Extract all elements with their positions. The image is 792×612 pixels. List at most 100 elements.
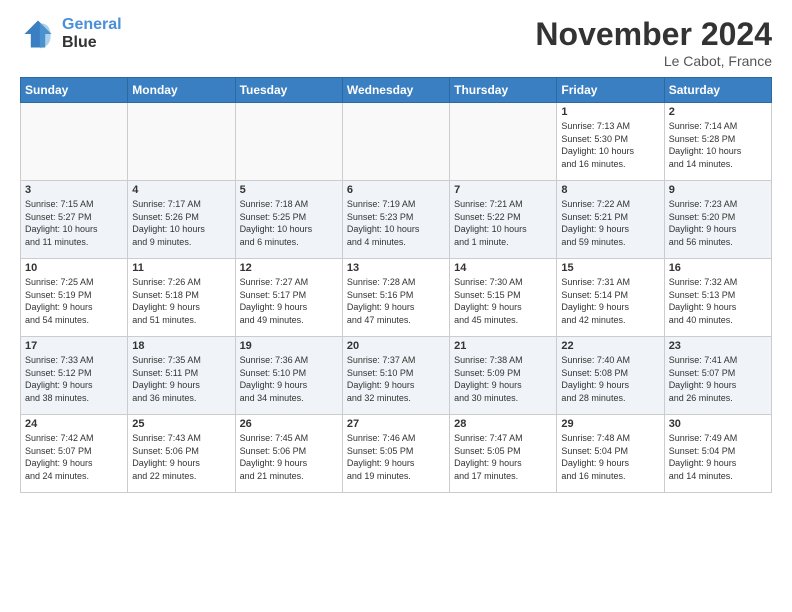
day-info: Sunrise: 7:25 AMSunset: 5:19 PMDaylight:… <box>25 276 123 326</box>
title-block: November 2024 Le Cabot, France <box>535 16 772 69</box>
day-number: 16 <box>669 262 767 274</box>
day-number: 3 <box>25 184 123 196</box>
calendar-week-row: 3 Sunrise: 7:15 AMSunset: 5:27 PMDaylight… <box>21 181 772 259</box>
calendar-table: SundayMondayTuesdayWednesdayThursdayFrid… <box>20 77 772 493</box>
calendar-cell: 16Sunrise: 7:32 AMSunset: 5:13 PMDayligh… <box>664 259 771 337</box>
calendar-cell: 11 Sunrise: 7:26 AMSunset: 5:18 PMDayligh… <box>128 259 235 337</box>
calendar-cell: 27Sunrise: 7:46 AMSunset: 5:05 PMDayligh… <box>342 415 449 493</box>
calendar-cell <box>21 103 128 181</box>
day-number: 20 <box>347 340 445 352</box>
calendar-cell: 17Sunrise: 7:33 AMSunset: 5:12 PMDayligh… <box>21 337 128 415</box>
header: General Blue November 2024 Le Cabot, Fra… <box>20 16 772 69</box>
day-number: 25 <box>132 418 230 430</box>
day-info: Sunrise: 7:26 AMSunset: 5:18 PMDaylight:… <box>132 276 230 326</box>
day-number: 14 <box>454 262 552 274</box>
day-info: Sunrise: 7:15 AMSunset: 5:27 PMDaylight:… <box>25 198 123 248</box>
calendar-cell: 7 Sunrise: 7:21 AMSunset: 5:22 PMDaylight… <box>450 181 557 259</box>
day-number: 11 <box>132 262 230 274</box>
day-number: 19 <box>240 340 338 352</box>
calendar-cell <box>128 103 235 181</box>
calendar-cell: 8 Sunrise: 7:22 AMSunset: 5:21 PMDaylight… <box>557 181 664 259</box>
day-number: 29 <box>561 418 659 430</box>
calendar-cell: 5 Sunrise: 7:18 AMSunset: 5:25 PMDaylight… <box>235 181 342 259</box>
day-number: 21 <box>454 340 552 352</box>
day-info: Sunrise: 7:21 AMSunset: 5:22 PMDaylight:… <box>454 198 552 248</box>
weekday-header-row: SundayMondayTuesdayWednesdayThursdayFrid… <box>21 78 772 103</box>
calendar-week-row: 24 Sunrise: 7:42 AMSunset: 5:07 PMDayligh… <box>21 415 772 493</box>
logo-text: General Blue <box>62 16 122 51</box>
day-number: 28 <box>454 418 552 430</box>
day-info: Sunrise: 7:40 AMSunset: 5:08 PMDaylight:… <box>561 354 659 404</box>
day-info: Sunrise: 7:33 AMSunset: 5:12 PMDaylight:… <box>25 354 123 404</box>
calendar-week-row: 1Sunrise: 7:13 AMSunset: 5:30 PMDaylight… <box>21 103 772 181</box>
day-number: 9 <box>669 184 767 196</box>
calendar-cell: 21 Sunrise: 7:38 AMSunset: 5:09 PMDayligh… <box>450 337 557 415</box>
day-info: Sunrise: 7:37 AMSunset: 5:10 PMDaylight:… <box>347 354 445 404</box>
day-number: 15 <box>561 262 659 274</box>
calendar-cell: 19 Sunrise: 7:36 AMSunset: 5:10 PMDayligh… <box>235 337 342 415</box>
calendar-cell <box>235 103 342 181</box>
logo: General Blue <box>20 16 122 52</box>
day-info: Sunrise: 7:41 AMSunset: 5:07 PMDaylight:… <box>669 354 767 404</box>
calendar-cell: 3 Sunrise: 7:15 AMSunset: 5:27 PMDaylight… <box>21 181 128 259</box>
day-number: 4 <box>132 184 230 196</box>
calendar-cell: 9 Sunrise: 7:23 AMSunset: 5:20 PMDaylight… <box>664 181 771 259</box>
day-number: 7 <box>454 184 552 196</box>
day-number: 8 <box>561 184 659 196</box>
day-number: 1 <box>561 106 659 118</box>
day-info: Sunrise: 7:27 AMSunset: 5:17 PMDaylight:… <box>240 276 338 326</box>
day-info: Sunrise: 7:22 AMSunset: 5:21 PMDaylight:… <box>561 198 659 248</box>
calendar-cell: 18 Sunrise: 7:35 AMSunset: 5:11 PMDayligh… <box>128 337 235 415</box>
month-title: November 2024 <box>535 16 772 53</box>
day-number: 12 <box>240 262 338 274</box>
calendar-cell: 4 Sunrise: 7:17 AMSunset: 5:26 PMDaylight… <box>128 181 235 259</box>
calendar-cell <box>450 103 557 181</box>
calendar-cell: 26 Sunrise: 7:45 AMSunset: 5:06 PMDayligh… <box>235 415 342 493</box>
day-number: 2 <box>669 106 767 118</box>
weekday-header-sunday: Sunday <box>21 78 128 103</box>
calendar-cell: 15Sunrise: 7:31 AMSunset: 5:14 PMDayligh… <box>557 259 664 337</box>
calendar-cell: 23 Sunrise: 7:41 AMSunset: 5:07 PMDayligh… <box>664 337 771 415</box>
calendar-cell: 13 Sunrise: 7:28 AMSunset: 5:16 PMDayligh… <box>342 259 449 337</box>
day-number: 13 <box>347 262 445 274</box>
day-info: Sunrise: 7:49 AMSunset: 5:04 PMDaylight:… <box>669 432 767 482</box>
day-info: Sunrise: 7:17 AMSunset: 5:26 PMDaylight:… <box>132 198 230 248</box>
calendar-cell: 1Sunrise: 7:13 AMSunset: 5:30 PMDaylight… <box>557 103 664 181</box>
day-number: 26 <box>240 418 338 430</box>
calendar-cell: 30Sunrise: 7:49 AMSunset: 5:04 PMDayligh… <box>664 415 771 493</box>
day-number: 23 <box>669 340 767 352</box>
day-info: Sunrise: 7:35 AMSunset: 5:11 PMDaylight:… <box>132 354 230 404</box>
day-number: 22 <box>561 340 659 352</box>
calendar-cell: 20 Sunrise: 7:37 AMSunset: 5:10 PMDayligh… <box>342 337 449 415</box>
calendar-week-row: 10 Sunrise: 7:25 AMSunset: 5:19 PMDayligh… <box>21 259 772 337</box>
calendar-cell: 12 Sunrise: 7:27 AMSunset: 5:17 PMDayligh… <box>235 259 342 337</box>
calendar-cell: 14Sunrise: 7:30 AMSunset: 5:15 PMDayligh… <box>450 259 557 337</box>
calendar-cell: 22 Sunrise: 7:40 AMSunset: 5:08 PMDayligh… <box>557 337 664 415</box>
day-number: 5 <box>240 184 338 196</box>
weekday-header-tuesday: Tuesday <box>235 78 342 103</box>
day-number: 18 <box>132 340 230 352</box>
day-info: Sunrise: 7:28 AMSunset: 5:16 PMDaylight:… <box>347 276 445 326</box>
calendar-cell <box>342 103 449 181</box>
calendar-cell: 6Sunrise: 7:19 AMSunset: 5:23 PMDaylight… <box>342 181 449 259</box>
main-container: General Blue November 2024 Le Cabot, Fra… <box>0 0 792 503</box>
day-info: Sunrise: 7:19 AMSunset: 5:23 PMDaylight:… <box>347 198 445 248</box>
day-info: Sunrise: 7:42 AMSunset: 5:07 PMDaylight:… <box>25 432 123 482</box>
calendar-cell: 28 Sunrise: 7:47 AMSunset: 5:05 PMDayligh… <box>450 415 557 493</box>
day-number: 24 <box>25 418 123 430</box>
calendar-cell: 2 Sunrise: 7:14 AMSunset: 5:28 PMDaylight… <box>664 103 771 181</box>
weekday-header-friday: Friday <box>557 78 664 103</box>
day-info: Sunrise: 7:43 AMSunset: 5:06 PMDaylight:… <box>132 432 230 482</box>
day-info: Sunrise: 7:14 AMSunset: 5:28 PMDaylight:… <box>669 120 767 170</box>
day-info: Sunrise: 7:36 AMSunset: 5:10 PMDaylight:… <box>240 354 338 404</box>
day-info: Sunrise: 7:18 AMSunset: 5:25 PMDaylight:… <box>240 198 338 248</box>
calendar-cell: 25 Sunrise: 7:43 AMSunset: 5:06 PMDayligh… <box>128 415 235 493</box>
weekday-header-wednesday: Wednesday <box>342 78 449 103</box>
day-number: 10 <box>25 262 123 274</box>
day-info: Sunrise: 7:47 AMSunset: 5:05 PMDaylight:… <box>454 432 552 482</box>
day-info: Sunrise: 7:23 AMSunset: 5:20 PMDaylight:… <box>669 198 767 248</box>
weekday-header-saturday: Saturday <box>664 78 771 103</box>
calendar-week-row: 17Sunrise: 7:33 AMSunset: 5:12 PMDayligh… <box>21 337 772 415</box>
day-info: Sunrise: 7:45 AMSunset: 5:06 PMDaylight:… <box>240 432 338 482</box>
day-info: Sunrise: 7:38 AMSunset: 5:09 PMDaylight:… <box>454 354 552 404</box>
